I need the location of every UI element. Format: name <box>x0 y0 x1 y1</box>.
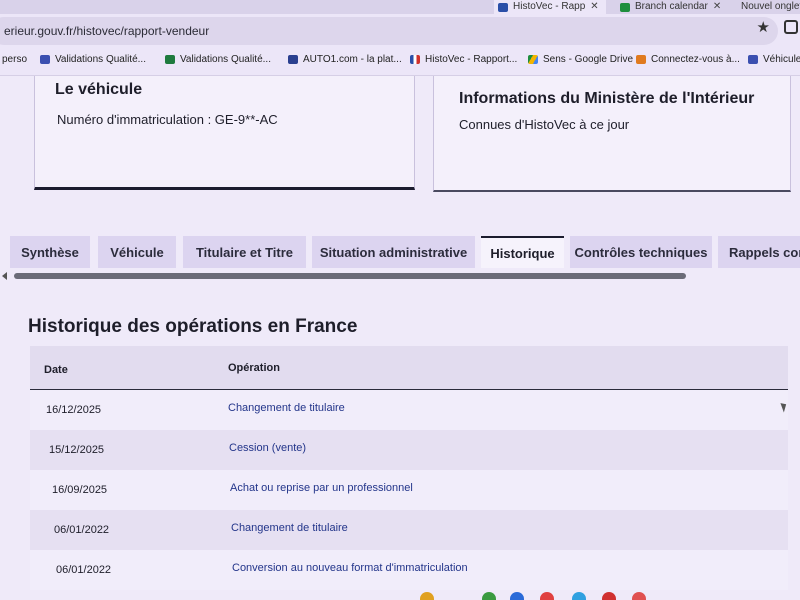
tab-controles-techniques[interactable]: Contrôles techniques <box>570 236 712 268</box>
tabs-scrollbar[interactable] <box>0 272 800 280</box>
column-header-operation: Opération <box>228 362 280 374</box>
table-row: 16/09/2025 Achat ou reprise par un profe… <box>30 470 788 510</box>
close-tab-icon[interactable]: ✕ <box>713 1 721 13</box>
history-table: Date Opération 16/12/2025 Changement de … <box>30 346 788 590</box>
taskbar-app-icon[interactable] <box>540 592 554 600</box>
browser-tab-label: Branch calendar <box>635 1 708 12</box>
browser-tab-histovec[interactable]: HistoVec - Rapp ✕ <box>494 0 606 14</box>
table-header: Date Opération <box>30 346 788 390</box>
browser-tab-label: Nouvel onglet <box>741 1 800 12</box>
url-text: erieur.gouv.fr/histovec/rapport-vendeur <box>4 24 210 38</box>
calendar-favicon-icon <box>620 2 630 12</box>
ministry-card-subtitle: Connues d'HistoVec à ce jour <box>459 117 630 132</box>
bookmark-label: HistoVec - Rapport... <box>425 54 518 65</box>
bookmark-auto1[interactable]: AUTO1.com - la plat... <box>288 54 402 65</box>
row-operation: Changement de titulaire <box>231 522 348 534</box>
bookmark-validations-1[interactable]: Validations Qualité... <box>40 54 146 65</box>
bookmark-label: Validations Qualité... <box>55 54 146 65</box>
bookmark-label: perso <box>2 54 28 65</box>
tab-rappels[interactable]: Rappels cons <box>718 236 800 268</box>
browser-tab-label: HistoVec - Rapp <box>513 1 586 12</box>
google-drive-icon <box>528 55 538 64</box>
bookmark-validations-2[interactable]: Validations Qualité... <box>165 54 271 65</box>
row-date: 16/09/2025 <box>52 484 108 496</box>
close-tab-icon[interactable]: ✕ <box>590 1 598 13</box>
ministry-card-title: Informations du Ministère de l'Intérieur <box>459 90 755 107</box>
ministry-card: Informations du Ministère de l'Intérieur… <box>433 76 791 192</box>
os-taskbar <box>400 592 660 600</box>
table-row: 15/12/2025 Cession (vente) <box>30 430 788 470</box>
tab-historique[interactable]: Historique <box>481 236 564 268</box>
taskbar-app-icon[interactable] <box>602 592 616 600</box>
bookmark-favicon-icon <box>748 55 758 64</box>
row-operation: Achat ou reprise par un professionnel <box>230 482 413 494</box>
bookmark-favicon-icon <box>40 55 50 64</box>
bookmark-favicon-icon <box>288 55 298 64</box>
history-section-title: Historique des opérations en France <box>28 316 358 337</box>
table-row: 06/01/2022 Conversion au nouveau format … <box>30 550 788 590</box>
browser-tab-branch-calendar[interactable]: Branch calendar ✕ <box>614 0 726 14</box>
bookmark-perso[interactable]: perso <box>2 54 27 65</box>
bookmark-label: AUTO1.com - la plat... <box>303 54 402 65</box>
browser-tab-new[interactable]: Nouvel onglet <box>732 0 800 14</box>
registration-number: Numéro d'immatriculation : GE-9**-AC <box>57 112 278 127</box>
bookmark-histovec[interactable]: HistoVec - Rapport... <box>410 54 517 65</box>
extensions-icon[interactable] <box>784 20 798 34</box>
bookmarks-bar: perso Validations Qualité... Validations… <box>0 48 800 76</box>
table-row: 06/01/2022 Changement de titulaire <box>30 510 788 550</box>
french-flag-icon <box>410 55 420 64</box>
vehicle-card: Le véhicule Numéro d'immatriculation : G… <box>34 76 415 190</box>
browser-tab-strip: HistoVec - Rapp ✕ Branch calendar ✕ Nouv… <box>0 0 800 14</box>
bookmark-label: Sens - Google Drive <box>543 54 634 65</box>
histovec-favicon-icon <box>498 2 508 12</box>
bookmark-connectez-vous[interactable]: Connectez-vous à... <box>636 54 740 65</box>
vehicle-card-title: Le véhicule <box>55 81 143 98</box>
row-operation: Cession (vente) <box>229 442 307 454</box>
bookmark-label: Véhicules <box>763 54 800 65</box>
bookmark-favicon-icon <box>165 55 175 64</box>
row-date: 06/01/2022 <box>56 564 112 576</box>
taskbar-app-icon[interactable] <box>482 592 496 600</box>
scroll-left-arrow-icon[interactable] <box>2 272 7 280</box>
tab-titulaire-titre[interactable]: Titulaire et Titre <box>183 236 306 268</box>
bookmark-vehicules[interactable]: Véhicules <box>748 54 800 65</box>
url-field[interactable]: erieur.gouv.fr/histovec/rapport-vendeur <box>0 17 778 45</box>
row-operation: Conversion au nouveau format d'immatricu… <box>232 562 468 574</box>
bookmark-label: Connectez-vous à... <box>651 54 740 65</box>
taskbar-app-icon[interactable] <box>632 592 646 600</box>
taskbar-app-icon[interactable] <box>572 592 586 600</box>
bookmark-google-drive[interactable]: Sens - Google Drive <box>528 54 633 65</box>
row-date: 06/01/2022 <box>54 524 110 536</box>
row-date: 15/12/2025 <box>49 444 105 456</box>
bookmark-star-icon[interactable]: ★ <box>757 18 770 36</box>
tab-situation-administrative[interactable]: Situation administrative <box>312 236 475 268</box>
bookmark-label: Validations Qualité... <box>180 54 271 65</box>
bookmark-favicon-icon <box>636 55 646 64</box>
row-operation: Changement de titulaire <box>228 402 345 414</box>
column-header-date: Date <box>44 364 68 376</box>
tab-synthese[interactable]: Synthèse <box>10 236 90 268</box>
taskbar-app-icon[interactable] <box>420 592 434 600</box>
page-content: Le véhicule Numéro d'immatriculation : G… <box>0 76 800 600</box>
tab-vehicule[interactable]: Véhicule <box>98 236 176 268</box>
address-bar-area: erieur.gouv.fr/histovec/rapport-vendeur … <box>0 14 800 48</box>
taskbar-app-icon[interactable] <box>510 592 524 600</box>
table-row: 16/12/2025 Changement de titulaire <box>30 390 788 430</box>
row-date: 16/12/2025 <box>46 404 102 416</box>
scrollbar-thumb[interactable] <box>14 273 686 279</box>
report-tabs: Synthèse Véhicule Titulaire et Titre Sit… <box>0 236 800 270</box>
